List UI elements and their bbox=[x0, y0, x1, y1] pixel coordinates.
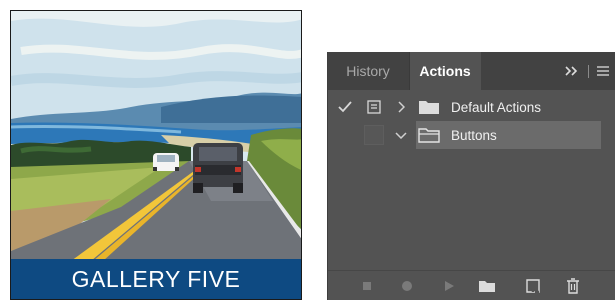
trash-icon[interactable] bbox=[564, 277, 582, 295]
open-folder-icon bbox=[418, 127, 440, 143]
action-set-row[interactable]: Default Actions bbox=[328, 93, 615, 121]
chevron-down-icon[interactable] bbox=[394, 128, 408, 142]
dialog-toggle-icon[interactable] bbox=[364, 97, 384, 117]
play-icon[interactable] bbox=[440, 277, 458, 295]
tab-history[interactable]: History bbox=[328, 52, 408, 90]
hamburger-menu-icon[interactable] bbox=[595, 61, 611, 81]
road-painting bbox=[11, 11, 301, 261]
tab-actions[interactable]: Actions bbox=[409, 52, 481, 90]
checkmark-icon[interactable] bbox=[336, 98, 354, 116]
gallery-banner: GALLERY FIVE bbox=[11, 259, 301, 299]
action-set-row[interactable]: Buttons bbox=[328, 121, 615, 149]
chevron-right-icon[interactable] bbox=[394, 100, 408, 114]
gallery-title: GALLERY FIVE bbox=[71, 265, 241, 292]
panel-tab-bar: History Actions bbox=[328, 52, 615, 90]
gallery-artwork: GALLERY FIVE bbox=[10, 10, 302, 300]
empty-check-cell[interactable] bbox=[336, 126, 354, 144]
record-icon[interactable] bbox=[398, 277, 416, 295]
actions-list: Default Actions Buttons bbox=[328, 93, 615, 149]
empty-dialog-toggle[interactable] bbox=[364, 125, 384, 145]
new-set-folder-icon[interactable] bbox=[478, 277, 496, 295]
stop-icon[interactable] bbox=[358, 277, 376, 295]
control-divider bbox=[588, 64, 589, 78]
actions-panel: History Actions Default Actions Buttons bbox=[327, 52, 615, 300]
new-action-icon[interactable] bbox=[524, 277, 542, 295]
screenshot: GALLERY FIVE History Actions Default Act… bbox=[0, 0, 615, 300]
row-highlight bbox=[416, 121, 601, 149]
double-chevron-right-icon[interactable] bbox=[562, 61, 582, 81]
panel-footer bbox=[328, 270, 615, 300]
action-set-label: Buttons bbox=[451, 127, 497, 143]
action-set-label: Default Actions bbox=[451, 99, 542, 115]
folder-icon bbox=[418, 99, 440, 115]
panel-controls bbox=[562, 52, 615, 90]
